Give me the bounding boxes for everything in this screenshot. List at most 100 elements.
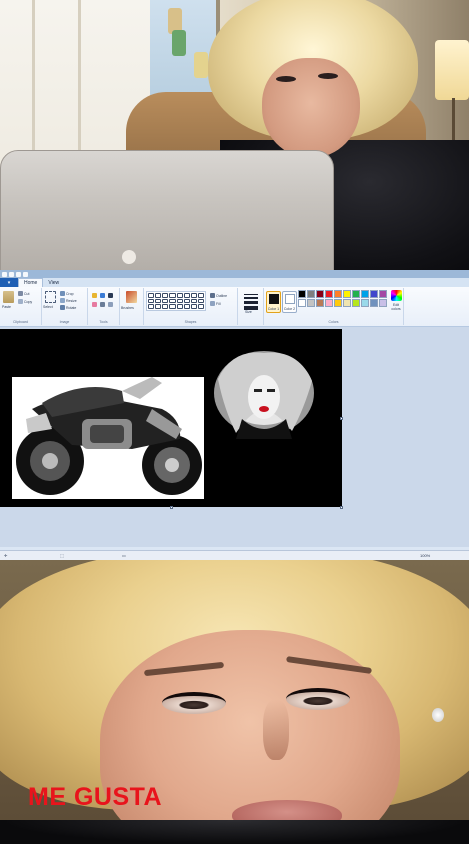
tools-group: Tools	[88, 288, 120, 325]
paste-icon[interactable]	[3, 291, 14, 303]
palette-swatch[interactable]	[379, 290, 387, 298]
selection-size-icon: ⬚	[60, 553, 64, 558]
clipboard-group: Paste Cut Copy Clipboard	[0, 288, 42, 325]
paint-screenshot: ▾ Home View Paste Cut Copy Clipboard Sel…	[0, 270, 469, 560]
canvas-resize-handle[interactable]	[340, 417, 343, 420]
drawing-canvas[interactable]	[0, 329, 342, 507]
palette-swatch[interactable]	[334, 299, 342, 307]
scissors-icon	[18, 291, 23, 296]
motorcycle-image	[12, 377, 204, 499]
palette-swatch[interactable]	[307, 299, 315, 307]
door-frame	[32, 0, 35, 160]
size-button[interactable]: Size	[245, 310, 252, 314]
image-group: Select Crop Resize Rotate Image	[42, 288, 88, 325]
cut-button[interactable]: Cut	[18, 291, 29, 296]
color-palette	[298, 290, 387, 307]
eye	[318, 73, 338, 79]
fill-button[interactable]: Fill	[210, 301, 220, 306]
colors-group-label: Colors	[328, 320, 339, 324]
save-icon[interactable]	[9, 271, 14, 277]
file-menu-button[interactable]: ▾	[0, 278, 18, 287]
face	[262, 58, 360, 158]
tab-view[interactable]: View	[43, 278, 64, 287]
palette-swatch[interactable]	[361, 299, 369, 307]
eyebrow	[143, 661, 225, 677]
palette-swatch[interactable]	[325, 290, 333, 298]
palette-swatch[interactable]	[316, 299, 324, 307]
fill-shape-icon	[210, 301, 215, 306]
magnifier-icon[interactable]	[108, 302, 113, 307]
text-icon[interactable]	[108, 293, 113, 298]
brush-icon[interactable]	[126, 291, 137, 303]
eye	[286, 688, 350, 710]
size-icon[interactable]	[244, 292, 258, 310]
color1-swatch	[269, 294, 279, 304]
color1-selector[interactable]: Color 1	[266, 291, 281, 313]
palette-swatch[interactable]	[352, 299, 360, 307]
redo-icon[interactable]	[23, 271, 28, 277]
fill-icon[interactable]	[100, 293, 105, 298]
laptop-logo	[122, 250, 136, 264]
nose	[263, 700, 289, 760]
app-icon[interactable]	[2, 271, 7, 277]
status-bar: ✛ ⬚ ▭ 100%	[0, 550, 469, 560]
door-frame	[78, 0, 81, 160]
undo-icon[interactable]	[16, 271, 21, 277]
shapes-gallery[interactable]	[146, 291, 206, 311]
black-collar	[0, 820, 469, 844]
canvas-workspace	[0, 327, 469, 547]
portrait-image	[214, 351, 314, 439]
palette-swatch[interactable]	[343, 299, 351, 307]
color-picker-icon[interactable]	[100, 302, 105, 307]
photo-panel-laptop	[0, 0, 469, 270]
resize-button[interactable]: Resize	[60, 298, 77, 303]
color2-selector[interactable]: Color 2	[282, 291, 297, 313]
outline-button[interactable]: Outline	[210, 293, 227, 298]
canvas-resize-handle[interactable]	[170, 506, 173, 509]
image-size-icon: ▭	[122, 553, 126, 558]
size-group: Size	[238, 288, 264, 325]
palette-swatch[interactable]	[298, 290, 306, 298]
ribbon-tabs: ▾ Home View	[0, 278, 469, 287]
rotate-icon	[60, 305, 65, 310]
resize-icon	[60, 298, 65, 303]
palette-swatch[interactable]	[316, 290, 324, 298]
select-icon[interactable]	[45, 291, 56, 303]
palette-swatch[interactable]	[370, 290, 378, 298]
palette-swatch[interactable]	[307, 290, 315, 298]
tools-group-label: Tools	[99, 320, 108, 324]
palette-swatch[interactable]	[379, 299, 387, 307]
palette-swatch[interactable]	[325, 299, 333, 307]
palette-swatch[interactable]	[370, 299, 378, 307]
color2-swatch	[285, 294, 295, 304]
brushes-group: Brushes	[120, 288, 144, 325]
tab-home[interactable]: Home	[18, 278, 44, 287]
earring	[432, 708, 444, 722]
image-group-label: Image	[59, 320, 70, 324]
select-button[interactable]: Select	[43, 305, 53, 309]
paste-button[interactable]: Paste	[2, 305, 11, 309]
edit-colors-button[interactable]: Edit colors	[389, 290, 403, 312]
color1-label: Color 1	[267, 307, 280, 311]
edit-colors-icon	[390, 290, 402, 301]
shapes-group-label: Shapes	[184, 320, 197, 324]
outline-icon	[210, 293, 215, 298]
copy-button[interactable]: Copy	[18, 299, 32, 304]
rotate-button[interactable]: Rotate	[60, 305, 76, 310]
zoom-level[interactable]: 100%	[420, 553, 430, 558]
palette-swatch[interactable]	[361, 290, 369, 298]
color2-label: Color 2	[283, 307, 296, 311]
palette-swatch[interactable]	[334, 290, 342, 298]
eye	[162, 692, 226, 714]
brushes-button[interactable]: Brushes	[121, 306, 134, 310]
canvas-resize-handle[interactable]	[340, 506, 343, 509]
laptop	[0, 150, 334, 270]
palette-swatch[interactable]	[298, 299, 306, 307]
pencil-icon[interactable]	[92, 293, 97, 298]
eraser-icon[interactable]	[92, 302, 97, 307]
crop-button[interactable]: Crop	[60, 291, 74, 296]
palette-swatch[interactable]	[343, 290, 351, 298]
palette-swatch[interactable]	[352, 290, 360, 298]
eye	[276, 76, 296, 82]
copy-icon	[18, 299, 23, 304]
